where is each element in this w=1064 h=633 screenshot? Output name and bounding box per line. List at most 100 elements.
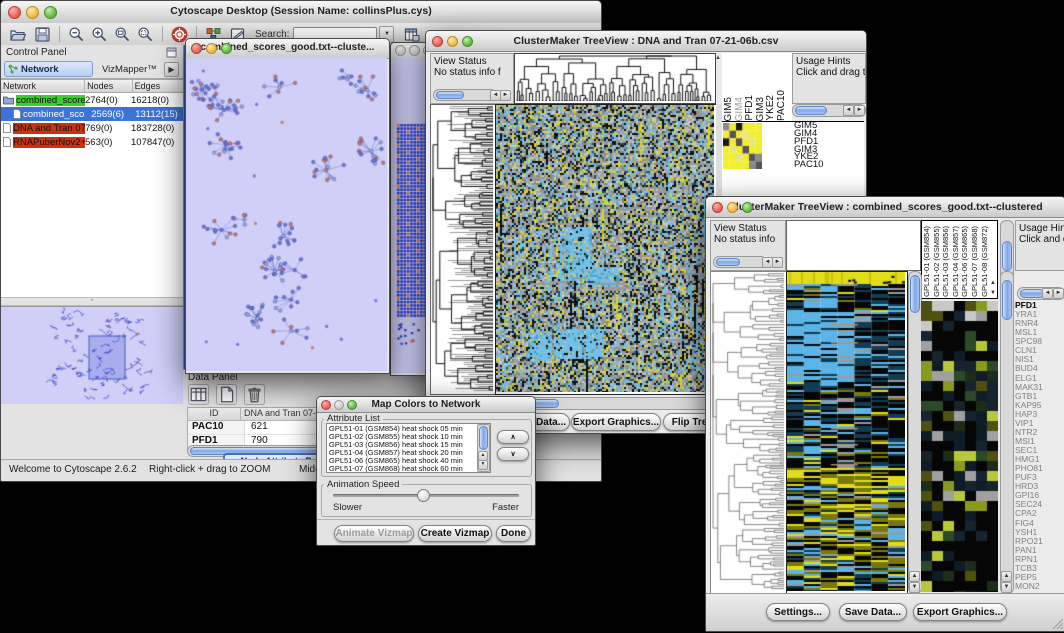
view-status-text: No status info (711, 234, 785, 245)
view-status-scrollbar[interactable] (433, 89, 497, 101)
close-icon[interactable] (8, 6, 21, 19)
row-label[interactable]: PAC10 (794, 161, 862, 169)
control-panel: Control Panel Network VizMapper™ ▶ Netwo… (1, 45, 184, 459)
zoom-window-icon[interactable] (347, 400, 357, 410)
zoom-fit-icon[interactable] (137, 26, 154, 43)
scroll-up-icon[interactable]: ▲ (1001, 571, 1012, 582)
network-view-titlebar[interactable]: combined_scores_good.txt--cluste... (186, 39, 389, 59)
main-titlebar[interactable]: Cytoscape Desktop (Session Name: collins… (1, 1, 601, 24)
close-icon[interactable] (321, 400, 331, 410)
scroll-right-icon[interactable]: ► (854, 105, 865, 116)
select-attributes-icon[interactable] (188, 384, 209, 405)
scroll-up-icon[interactable]: ▲ (990, 280, 996, 286)
treeview-dna-titlebar[interactable]: ClusterMaker TreeView : DNA and Tran 07-… (426, 31, 866, 52)
view-status-scrollbar[interactable] (713, 256, 767, 268)
scroll-down-icon[interactable]: ▼ (990, 290, 996, 296)
close-icon[interactable] (395, 45, 406, 56)
col-edges[interactable]: Edges (133, 80, 183, 92)
column-label[interactable]: PFD1 (745, 95, 756, 121)
dialog-titlebar[interactable]: Map Colors to Network (317, 397, 535, 413)
scroll-left-icon[interactable]: ◄ (843, 105, 854, 116)
network-row[interactable]: combined_scores2764(0)16218(0) (1, 93, 183, 107)
combined-heatmap[interactable] (786, 271, 908, 594)
zoom-heatmap[interactable] (921, 301, 998, 592)
tab-vizmapper[interactable]: VizMapper™ (102, 64, 157, 75)
speed-slider-thumb[interactable] (417, 489, 430, 502)
zoom-window-icon[interactable] (462, 36, 473, 47)
table-col-id[interactable]: ID (188, 408, 241, 420)
scroll-right-icon[interactable]: ► (772, 257, 783, 268)
col-nodes[interactable]: Nodes (85, 80, 132, 92)
column-label[interactable]: GIM5 (724, 97, 735, 121)
zoom-window-icon[interactable] (742, 202, 753, 213)
search-options-icon[interactable] (403, 26, 420, 43)
done-button[interactable]: Done (496, 525, 531, 542)
tab-overflow-button[interactable]: ▶ (164, 62, 179, 77)
column-dendrogram[interactable] (786, 220, 921, 271)
minimize-icon[interactable] (727, 202, 738, 213)
float-panel-icon[interactable] (166, 47, 177, 58)
gpl-labels-box: GPL51-01 (GSM854)GPL51-02 (GSM855)GPL51-… (921, 220, 998, 299)
zoom-window-icon[interactable] (44, 6, 57, 19)
new-attribute-icon[interactable] (216, 384, 237, 405)
move-up-button[interactable]: ∧ (497, 430, 529, 444)
settings-button[interactable]: Settings... (766, 603, 830, 621)
export-graphics-button[interactable]: Export Graphics... (571, 413, 661, 431)
create-vizmap-button[interactable]: Create Vizmap (418, 525, 492, 542)
birdseye-view[interactable] (1, 306, 183, 404)
network-row[interactable]: RNAPuberNov2+563(0)107847(0) (1, 135, 183, 149)
scroll-down-icon[interactable]: ▼ (909, 582, 920, 593)
save-icon[interactable] (34, 26, 51, 43)
close-icon[interactable] (191, 43, 202, 54)
row-dendrogram[interactable] (710, 271, 787, 594)
attribute-list-scrollbar[interactable]: ▲ ▼ (477, 424, 490, 472)
minimize-icon[interactable] (206, 43, 217, 54)
column-label[interactable]: PAC10 (777, 90, 788, 121)
column-label[interactable]: YKE2 (766, 95, 777, 121)
scroll-down-icon[interactable]: ▼ (478, 460, 488, 470)
column-dendrogram[interactable] (514, 53, 716, 104)
dna-row-labels: GIM5GIM4PFD1GIM3YKE2PAC10 (794, 122, 862, 170)
column-label[interactable]: GPL51-08 (GSM872) (981, 226, 991, 297)
scroll-right-icon[interactable]: ► (500, 90, 511, 101)
scroll-right-icon[interactable]: ► (1053, 288, 1064, 299)
scroll-up-icon[interactable]: ▲ (715, 55, 721, 61)
row-dendrogram[interactable] (430, 104, 496, 395)
zoom-window-icon[interactable] (221, 43, 232, 54)
minimize-icon[interactable] (447, 36, 458, 47)
scroll-down-icon[interactable]: ▼ (1001, 582, 1012, 593)
minimize-icon[interactable] (334, 400, 344, 410)
scroll-up-icon[interactable]: ▲ (909, 571, 920, 582)
move-down-button[interactable]: ∨ (497, 447, 529, 461)
animate-vizmap-button[interactable]: Animate Vizmap (334, 525, 414, 542)
panel-splitter[interactable]: • (1, 297, 183, 306)
dna-heatmap[interactable] (495, 104, 717, 395)
network-view-canvas[interactable] (186, 58, 387, 371)
close-icon[interactable] (712, 202, 723, 213)
open-file-icon[interactable] (9, 26, 26, 43)
delete-attribute-trash-icon[interactable] (244, 384, 265, 405)
resize-grip[interactable] (1051, 617, 1063, 629)
zoom-out-icon[interactable] (68, 26, 85, 43)
usage-hints-scrollbar[interactable]: ◄ ► (1017, 287, 1064, 300)
minimize-icon[interactable] (409, 45, 420, 56)
correlation-matrix[interactable] (723, 123, 762, 169)
tab-network[interactable]: Network (4, 61, 93, 77)
save-data-button[interactable]: Save Data... (839, 603, 907, 621)
attribute-list[interactable]: GPL51-01 (GSM854) heat shock 05 minGPL51… (326, 423, 491, 473)
attribute-list-item[interactable]: GPL51-07 (GSM868) heat shock 60 min (329, 465, 477, 473)
minimize-icon[interactable] (26, 6, 39, 19)
treeview-combined-titlebar[interactable]: ClusterMaker TreeView : combined_scores_… (706, 197, 1064, 218)
export-graphics-button[interactable]: Export Graphics... (913, 603, 1007, 621)
zoom-selected-icon[interactable] (114, 26, 131, 43)
zoom-in-icon[interactable] (91, 26, 108, 43)
usage-hints-scrollbar[interactable]: ◄ ► (792, 104, 866, 117)
scroll-left-icon[interactable]: ◄ (1042, 288, 1053, 299)
col-network[interactable]: Network (1, 80, 85, 92)
gene-list-scrollbar[interactable]: ▲ ▼ (1000, 271, 1014, 594)
close-icon[interactable] (432, 36, 443, 47)
network-row[interactable]: DNA and Tran 07769(0)183728(0) (1, 121, 183, 135)
network-row[interactable]: combined_sco2569(6)13112(15) (1, 107, 183, 121)
gene-list-item[interactable]: MON2 (1015, 582, 1063, 591)
combined-vscrollbar[interactable]: ▲ ▼ (908, 271, 922, 594)
